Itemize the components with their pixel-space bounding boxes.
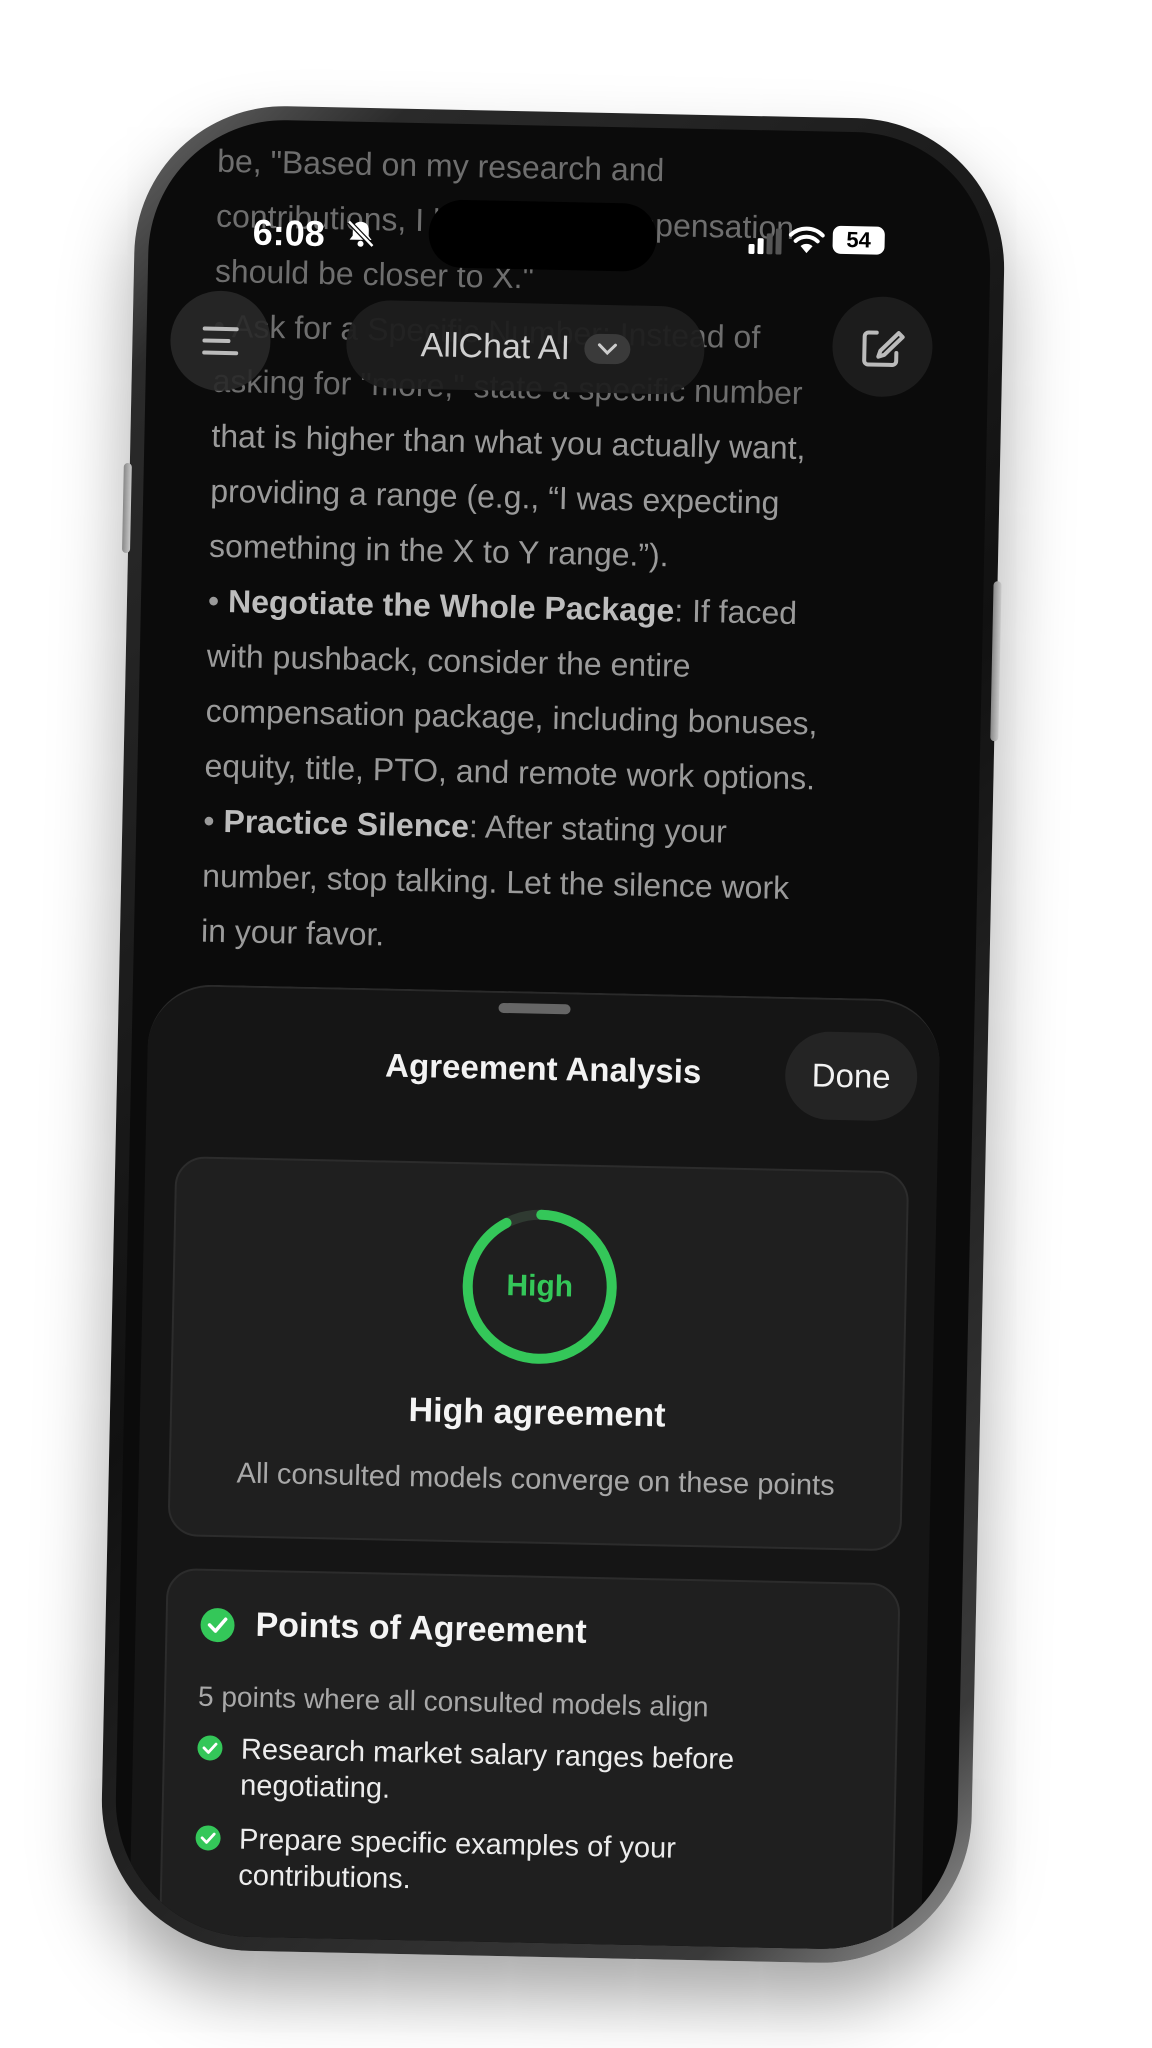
bullet-heading: Negotiate the Whole Package (227, 583, 675, 629)
phone-frame: be, "Based on my research and contributi… (98, 103, 1008, 1966)
model-selector-label: AllChat AI (420, 325, 571, 367)
model-selector[interactable]: AllChat AI (345, 299, 706, 396)
agreement-point: Prepare specific examples of your contri… (194, 1821, 835, 1906)
battery-icon: 54 (832, 225, 885, 255)
summary-title: High agreement (408, 1391, 666, 1435)
dynamic-island (428, 199, 658, 272)
points-title: Points of Agreement (255, 1605, 588, 1651)
new-chat-button[interactable] (831, 295, 934, 398)
agreement-point-text: Research market salary ranges before neg… (239, 1733, 735, 1805)
sheet-grabber[interactable] (498, 1002, 571, 1015)
stage: be, "Based on my research and contributi… (0, 0, 1152, 2048)
menu-button[interactable] (169, 289, 272, 392)
points-of-agreement-card: Points of Agreement 5 points where all c… (156, 1568, 901, 1952)
bell-slash-icon (347, 219, 375, 248)
phone-screen: be, "Based on my research and contributi… (113, 117, 993, 1952)
signal-icon (748, 228, 782, 255)
checkmark-circle-icon (195, 1825, 221, 1851)
wifi-icon (788, 226, 825, 254)
gauge-label: High (506, 1269, 574, 1304)
compose-icon (862, 330, 905, 367)
agreement-point-text: Prepare specific examples of your contri… (237, 1823, 677, 1896)
points-header: Points of Agreement (199, 1605, 587, 1652)
status-time: 6:08 (252, 211, 326, 255)
bullet-text: : If faced (673, 592, 798, 632)
points-subtitle: 5 points where all consulted models alig… (197, 1680, 709, 1723)
checkmark-circle-icon (197, 1735, 223, 1761)
power-button (990, 581, 1002, 742)
bullet-text: : After stating your (468, 808, 728, 850)
agreement-analysis-sheet: Agreement Analysis Done High High agreem… (127, 983, 941, 1952)
bullet-heading: Practice Silence (223, 803, 470, 845)
summary-subtitle: All consulted models converge on these p… (236, 1457, 835, 1502)
checkmark-circle-icon (200, 1607, 235, 1642)
agreement-summary-card: High High agreement All consulted models… (167, 1156, 910, 1552)
chevron-down-icon (583, 333, 631, 365)
menu-icon (202, 326, 239, 356)
agreement-point: Research market salary ranges before neg… (196, 1731, 837, 1816)
done-button[interactable]: Done (784, 1030, 919, 1122)
action-button (121, 462, 132, 554)
